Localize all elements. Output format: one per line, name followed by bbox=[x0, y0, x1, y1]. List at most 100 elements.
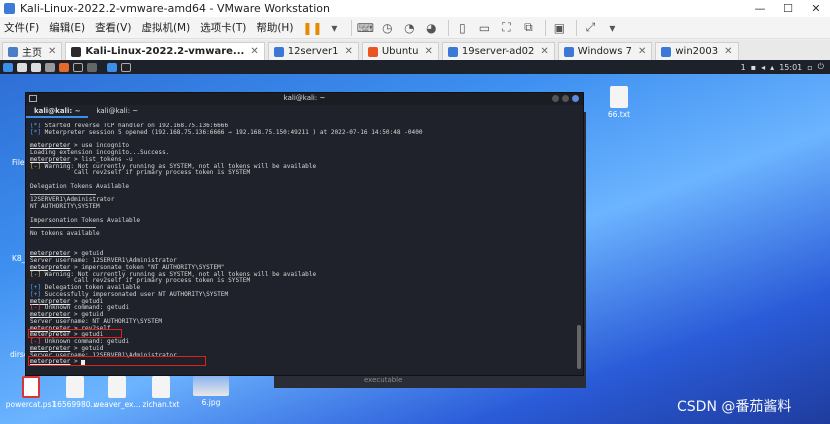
desktop-side-label[interactable]: File bbox=[12, 158, 25, 167]
menu-edit[interactable]: 编辑(E) bbox=[49, 20, 85, 35]
terminal-line: [+] Successfully impersonated user NT AU… bbox=[30, 291, 573, 299]
terminal-line: NT AUTHORITY\SYSTEM bbox=[30, 203, 100, 210]
dropdown-icon[interactable] bbox=[87, 62, 97, 72]
sidebar-toggle-icon[interactable]: ▯ bbox=[453, 19, 471, 37]
menu-bar: 文件(F) 编辑(E) 查看(V) 虚拟机(M) 选项卡(T) 帮助(H) ❚❚… bbox=[0, 17, 830, 39]
menu-tabs[interactable]: 选项卡(T) bbox=[200, 20, 246, 35]
close-icon[interactable]: ✕ bbox=[724, 46, 732, 57]
vm-icon bbox=[71, 46, 82, 57]
highlight-server-username bbox=[28, 356, 206, 366]
desktop-file[interactable]: 6.jpg bbox=[186, 376, 236, 407]
menu-file[interactable]: 文件(F) bbox=[4, 20, 39, 35]
dropdown-arrow-icon[interactable]: ▾ bbox=[325, 19, 343, 37]
menu-view[interactable]: 查看(V) bbox=[95, 20, 131, 35]
tab-label: Ubuntu bbox=[381, 46, 419, 57]
terminal-tab-bar: kali@kali: ~ kali@kali: ~ bbox=[26, 105, 583, 118]
workspace-number: 1 bbox=[740, 62, 746, 72]
snapshot-icon[interactable]: ◷ bbox=[378, 19, 396, 37]
minimize-icon[interactable] bbox=[552, 95, 559, 102]
stretch-dropdown-icon[interactable]: ▾ bbox=[603, 19, 621, 37]
image-thumbnail-icon bbox=[193, 376, 229, 396]
tab-label: 主页 bbox=[22, 48, 42, 59]
line-text: Meterpreter session 5 opened (192.168.75… bbox=[41, 128, 423, 136]
text-file-icon bbox=[66, 376, 84, 398]
vm-icon bbox=[563, 46, 574, 57]
tab-windows7[interactable]: Windows 7 ✕ bbox=[557, 42, 653, 60]
desktop-side-label[interactable]: K8_ bbox=[12, 254, 25, 263]
desktop-file[interactable]: 66.txt bbox=[594, 86, 644, 119]
stretch-icon[interactable]: ⤢ bbox=[581, 19, 599, 37]
tab-label: 12server1 bbox=[287, 46, 339, 57]
toolbar-separator bbox=[351, 19, 353, 36]
lock-icon[interactable]: ▫ bbox=[807, 63, 812, 72]
watermark: CSDN @番茄酱料 bbox=[677, 399, 792, 415]
menu-vm[interactable]: 虚拟机(M) bbox=[141, 20, 190, 35]
clock[interactable]: 15:01 bbox=[779, 63, 802, 72]
window-terminal-icon[interactable] bbox=[121, 62, 131, 72]
close-icon[interactable]: ✕ bbox=[344, 46, 352, 57]
tab-19server-ad02[interactable]: 19server-ad02 ✕ bbox=[441, 42, 555, 60]
tab-home[interactable]: 主页 ✕ bbox=[2, 42, 63, 60]
home-icon bbox=[8, 46, 18, 57]
terminal-title-bar: kali@kali: ~ bbox=[26, 93, 583, 105]
send-keys-icon[interactable]: ⌨ bbox=[356, 19, 374, 37]
desktop-file[interactable]: weaver_ex... bbox=[92, 376, 142, 409]
vm-icon bbox=[273, 46, 284, 57]
desktop-file[interactable]: zichan.txt bbox=[136, 376, 186, 409]
close-icon[interactable]: ✕ bbox=[250, 46, 258, 57]
close-button[interactable]: ✕ bbox=[802, 0, 830, 17]
text-editor-icon[interactable] bbox=[45, 62, 55, 72]
terminal-tab[interactable]: kali@kali: ~ bbox=[88, 105, 146, 118]
terminal-line: 12SERVER1\Administrator bbox=[30, 196, 115, 204]
revert-snapshot-icon[interactable]: ◔ bbox=[400, 19, 418, 37]
power-icon[interactable]: ⏻ bbox=[818, 62, 824, 72]
tab-kali[interactable]: Kali-Linux-2022.2-vmware... ✕ bbox=[65, 42, 265, 60]
close-icon[interactable] bbox=[572, 95, 579, 102]
vm-icon bbox=[367, 46, 378, 57]
volume-icon[interactable]: ◂ bbox=[761, 63, 765, 72]
toolbar-separator bbox=[576, 19, 578, 36]
fullscreen-icon[interactable]: ⛶ bbox=[497, 19, 515, 37]
tab-win2003[interactable]: win2003 ✕ bbox=[655, 42, 739, 60]
maximize-icon[interactable] bbox=[562, 95, 569, 102]
network-icon[interactable]: ▪ bbox=[751, 63, 756, 72]
terminal-tab[interactable]: kali@kali: ~ bbox=[26, 105, 89, 118]
terminal-scrollbar[interactable] bbox=[577, 325, 581, 369]
unity-icon[interactable]: ⧉ bbox=[519, 19, 537, 37]
close-icon[interactable]: ✕ bbox=[638, 46, 646, 57]
console-view-icon[interactable]: ▣ bbox=[550, 19, 568, 37]
maximize-button[interactable]: ☐ bbox=[774, 0, 802, 17]
terminal-window: kali@kali: ~ kali@kali: ~ kali@kali: ~ [… bbox=[25, 92, 584, 376]
snapshot-manager-icon[interactable]: ◕ bbox=[422, 19, 440, 37]
close-icon[interactable]: ✕ bbox=[48, 46, 56, 57]
pause-icon[interactable]: ❚❚ bbox=[302, 19, 322, 37]
tab-12server1[interactable]: 12server1 ✕ bbox=[267, 42, 359, 60]
close-icon[interactable]: ✕ bbox=[540, 46, 548, 57]
notifications-icon[interactable]: ▴ bbox=[770, 63, 774, 72]
minimize-button[interactable]: — bbox=[746, 0, 774, 17]
terminal-line: No tokens available bbox=[30, 230, 100, 237]
window-title-bar: Kali-Linux-2022.2-vmware-amd64 - VMware … bbox=[0, 0, 830, 17]
powershell-file-icon bbox=[22, 376, 40, 398]
workspace-1-icon[interactable] bbox=[107, 62, 117, 72]
system-tray: 1 ▪ ◂ ▴ 15:01 ▫ ⏻ bbox=[741, 60, 824, 74]
menu-help[interactable]: 帮助(H) bbox=[256, 20, 293, 35]
desktop-file[interactable]: powercat.ps1 bbox=[6, 376, 56, 409]
close-icon[interactable]: ✕ bbox=[424, 46, 432, 57]
file-manager-icon[interactable] bbox=[31, 62, 41, 72]
tab-label: Kali-Linux-2022.2-vmware... bbox=[85, 46, 245, 57]
thumbnail-icon[interactable]: ▭ bbox=[475, 19, 493, 37]
terminal-icon[interactable] bbox=[73, 62, 83, 72]
terminal-line: [-] Unknown command: getudi bbox=[30, 304, 573, 312]
vmware-app-icon bbox=[4, 3, 15, 14]
command-text: > getuid bbox=[70, 344, 104, 352]
text-file-icon bbox=[108, 376, 126, 398]
terminal-title: kali@kali: ~ bbox=[283, 94, 326, 102]
tab-ubuntu[interactable]: Ubuntu ✕ bbox=[361, 42, 439, 60]
meterpreter-prompt: meterpreter bbox=[30, 344, 71, 352]
kali-menu-icon[interactable] bbox=[3, 62, 13, 72]
firefox-icon[interactable] bbox=[59, 62, 69, 72]
terminal-line: Impersonation Tokens Available bbox=[30, 216, 141, 224]
show-desktop-icon[interactable] bbox=[17, 62, 27, 72]
